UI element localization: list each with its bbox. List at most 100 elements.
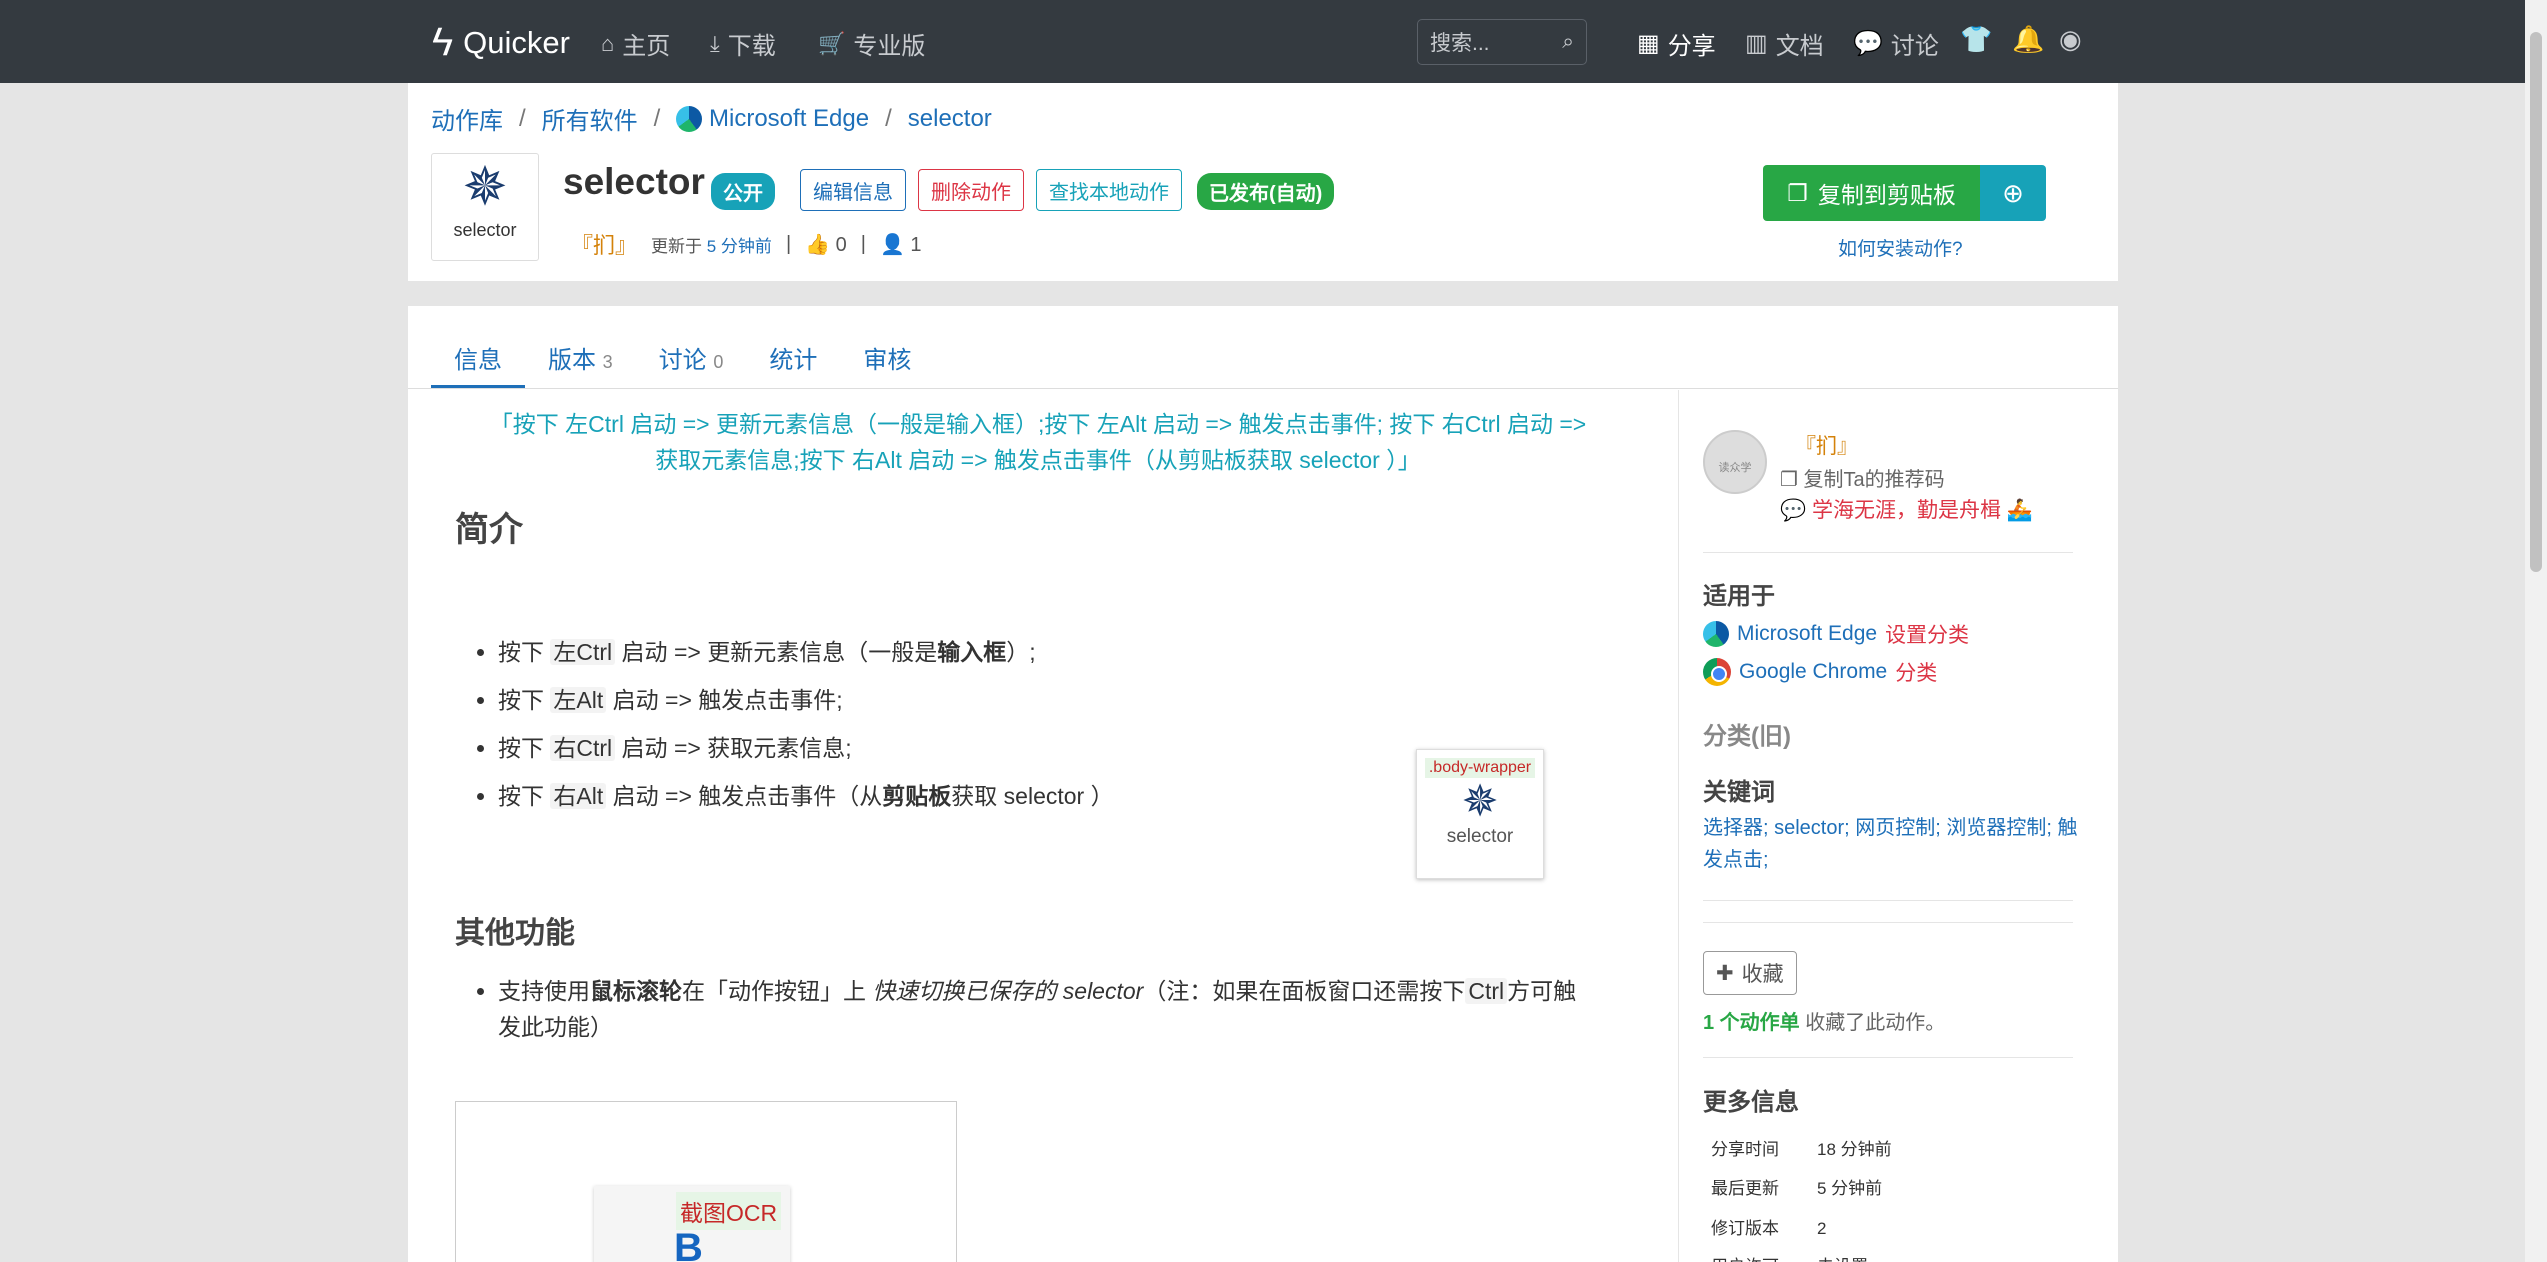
item-bold: 鼠标滚轮 [590, 978, 682, 1004]
motto-text: 学海无涯，勤是舟楫 [1812, 499, 2001, 522]
item-text: 在「动作按钮」上 [682, 978, 873, 1004]
tab-info[interactable]: 信息 [431, 336, 525, 388]
applies-to-heading: 适用于 [1703, 583, 1775, 610]
item-text: 按下 [498, 639, 551, 665]
breadcrumb-current[interactable]: selector [908, 105, 992, 133]
breadcrumb-separator: / [885, 104, 892, 132]
nav-home[interactable]: ⌂ 主页 [601, 26, 670, 61]
search-input[interactable]: 搜索... ⌕ [1417, 19, 1587, 65]
selector-preview-overlay: .body-wrapper ✵ selector [1416, 749, 1544, 879]
nav-discuss[interactable]: 💬 讨论 [1853, 26, 1939, 61]
old-category-heading: 分类(旧) [1703, 723, 1791, 750]
author-link[interactable]: 『扪』 [571, 228, 637, 260]
info-key: 最后更新 [1711, 1179, 1779, 1198]
brand-link[interactable]: ϟ Quicker [432, 20, 570, 65]
copy-icon: ❐ [1780, 469, 1798, 491]
find-local-action-button[interactable]: 查找本地动作 [1036, 169, 1182, 211]
item-text: 启动 => 触发点击事件（从 [606, 783, 883, 809]
keywords-heading: 关键词 [1703, 779, 1775, 806]
info-value: 2 [1817, 1219, 1827, 1238]
nav-pro[interactable]: 🛒 专业版 [818, 26, 925, 61]
search-icon[interactable]: ⌕ [1562, 30, 1574, 54]
info-row: 最后更新 5 分钟前 [1711, 1174, 1923, 1199]
brand-name: Quicker [463, 24, 570, 60]
zoom-in-button[interactable]: ⊕ [1980, 165, 2046, 221]
key-label: 左Ctrl [550, 639, 616, 665]
meta-separator: | [785, 232, 792, 255]
scrollbar-thumb[interactable] [2530, 32, 2542, 572]
user-icon: 👤 [879, 233, 905, 256]
sidebar-author-name[interactable]: 『扪』 [1795, 430, 1858, 460]
delete-action-button[interactable]: 删除动作 [918, 169, 1024, 211]
tab-review[interactable]: 审核 [840, 336, 934, 388]
breadcrumb-edge-label: Microsoft Edge [709, 104, 870, 132]
sidebar-divider-line [1703, 922, 2073, 923]
copy-referral-code[interactable]: ❐ 复制Ta的推荐码 [1780, 463, 1945, 492]
list-item: 按下 左Alt 启动 => 触发点击事件; [498, 676, 1114, 724]
keyword-list[interactable]: 选择器; selector; 网页控制; 浏览器控制; 触发点击; [1703, 812, 2083, 876]
favorite-button[interactable]: ✚ 收藏 [1703, 951, 1797, 995]
content-image: 截图OCR B [455, 1101, 957, 1262]
breadcrumb: 动作库 / 所有软件 / Microsoft Edge / selector [431, 101, 992, 136]
ocr-app-icon: B [674, 1226, 703, 1262]
set-category-link[interactable]: 设置分类 [1885, 619, 1969, 649]
item-text: 按下 [498, 687, 551, 713]
action-thumbnail: ✵ selector [431, 153, 539, 261]
action-meta: 『扪』 更新于 5 分钟前 | 👍 0 | 👤 1 [571, 228, 922, 260]
thumbnail-caption: selector [453, 220, 517, 240]
breadcrumb-separator: / [653, 104, 661, 132]
category-link[interactable]: 分类 [1895, 657, 1937, 687]
meta-separator: | [860, 232, 866, 255]
item-bold: 剪贴板 [882, 783, 952, 809]
tab-versions[interactable]: 版本 3 [525, 336, 636, 388]
item-text: 启动 => 触发点击事件; [606, 687, 843, 713]
user-count: 👤 1 [880, 232, 922, 257]
updated-time: 5 分钟前 [706, 236, 772, 256]
like-button[interactable]: 👍 0 [805, 232, 847, 257]
breadcrumb-library[interactable]: 动作库 [431, 101, 503, 136]
edit-info-button[interactable]: 编辑信息 [800, 169, 906, 211]
tab-discuss[interactable]: 讨论 0 [636, 336, 747, 388]
cart-icon: 🛒 [818, 30, 846, 56]
breadcrumb-all-software[interactable]: 所有软件 [542, 101, 638, 136]
other-features-list: 支持使用鼠标滚轮在「动作按钮」上 快速切换已保存的 selector（注：如果在… [498, 973, 1633, 1045]
list-item: 支持使用鼠标滚轮在「动作按钮」上 快速切换已保存的 selector（注：如果在… [498, 973, 1633, 1045]
item-text: 按下 [498, 783, 551, 809]
tshirt-icon[interactable]: 👕 [1960, 24, 1992, 55]
avatar-text: 读众学 [1718, 462, 1752, 474]
item-text: ）; [1006, 639, 1036, 665]
app-item-edge: Microsoft Edge 设置分类 [1703, 619, 1969, 649]
bell-icon[interactable]: 🔔 [2012, 24, 2044, 55]
referral-label: 复制Ta的推荐码 [1803, 469, 1945, 491]
scrollbar[interactable] [2525, 0, 2547, 1262]
favorite-count-link[interactable]: 1 个动作单 [1703, 1012, 1800, 1034]
nav-download-label: 下载 [727, 33, 776, 60]
copy-to-clipboard-button[interactable]: ❐ 复制到剪贴板 [1763, 165, 1980, 221]
author-avatar[interactable]: 读众学 [1703, 430, 1767, 494]
app-name[interactable]: Google Chrome [1739, 660, 1887, 684]
action-header-card: 动作库 / 所有软件 / Microsoft Edge / selector ✵… [408, 83, 2118, 281]
user-icon[interactable]: ◉ [2059, 24, 2082, 55]
user-count-value: 1 [910, 233, 922, 256]
tab-stats[interactable]: 统计 [746, 336, 840, 388]
nav-share[interactable]: ▦ 分享 [1637, 26, 1716, 61]
grid-icon: ▦ [1637, 30, 1660, 57]
tab-discuss-count: 0 [713, 352, 724, 372]
summary-line-2: 获取元素信息;按下 右Alt 启动 => 触发点击事件（从剪贴板获取 selec… [655, 447, 1421, 473]
app-name[interactable]: Microsoft Edge [1737, 622, 1877, 646]
edge-icon [676, 106, 703, 133]
spiderweb-icon: ✵ [462, 157, 508, 217]
nav-home-label: 主页 [622, 33, 671, 60]
tab-versions-label: 版本 [548, 347, 596, 374]
tab-review-label: 审核 [863, 347, 912, 374]
how-to-install-link[interactable]: 如何安装动作? [1838, 234, 1963, 261]
breadcrumb-edge[interactable]: Microsoft Edge [676, 105, 869, 133]
nav-docs[interactable]: ▥ 文档 [1745, 26, 1824, 61]
list-item: 按下 左Ctrl 启动 => 更新元素信息（一般是输入框）; [498, 628, 1114, 676]
books-icon: ▥ [1745, 30, 1768, 57]
item-italic: 快速切换已保存的 selector [872, 978, 1144, 1004]
item-text: 支持使用 [498, 978, 590, 1004]
tab-discuss-label: 讨论 [658, 347, 707, 374]
nav-download[interactable]: ⤓ 下载 [710, 26, 776, 61]
chat-icon: 💬 [1853, 30, 1883, 57]
